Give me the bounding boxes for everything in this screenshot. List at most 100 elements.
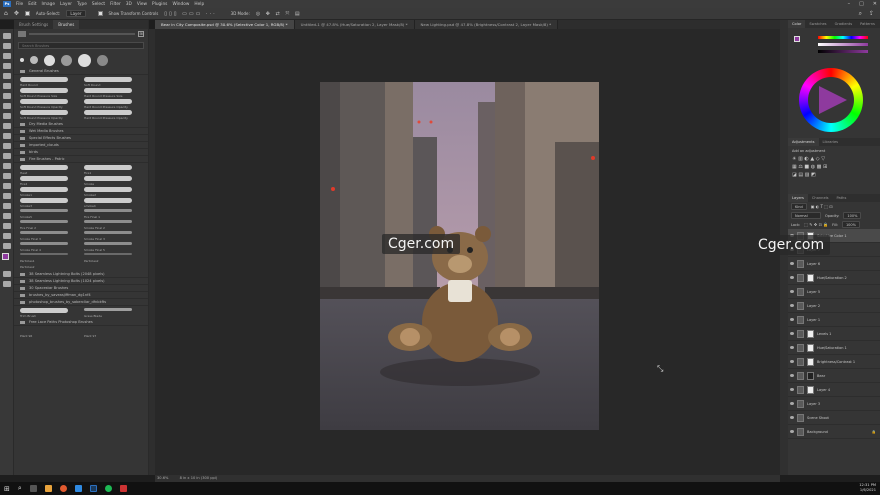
gradient-tool-icon[interactable] — [3, 153, 11, 159]
brush-item[interactable]: Grass Blade — [84, 307, 142, 318]
share-icon[interactable]: ⇪ — [869, 10, 874, 17]
tab-layers[interactable]: Layers — [788, 194, 808, 202]
menu-view[interactable]: View — [137, 2, 147, 7]
adjustment-icons-row1[interactable]: ☀ ▥ ◐ ▲ ◇ ▽ — [792, 156, 876, 162]
brush-item[interactable]: Smoke2 — [84, 186, 142, 197]
adjustment-icons-row2[interactable]: ▦ ⚖ ■ ◍ ▩ ⊞ — [792, 164, 876, 170]
visibility-icon[interactable] — [790, 430, 794, 433]
taskbar-search-icon[interactable]: ⌕ — [18, 484, 22, 493]
folder-brushes-saveas[interactable]: brushes_by_saveasjiffman_dg1nf4 — [14, 292, 148, 299]
menu-type[interactable]: Type — [77, 2, 87, 7]
crop-tool-icon[interactable] — [3, 73, 11, 79]
blur-tool-icon[interactable] — [3, 163, 11, 169]
visibility-icon[interactable] — [790, 416, 794, 419]
folder-brushes-sabercliar[interactable]: photoshop_brushes_by_sabercliar_dfnbkfts — [14, 299, 148, 306]
3d-icons[interactable]: ◎ ✥ ⇄ ⤧ ▤ — [256, 11, 302, 17]
brush-item[interactable]: Soft Round Pressure Size — [20, 87, 78, 98]
tab-gradients[interactable]: Gradients — [831, 20, 857, 28]
tab-brush-settings[interactable]: Brush Settings — [14, 20, 53, 29]
marquee-tool-icon[interactable] — [3, 43, 11, 49]
tab-bear-composite[interactable]: Bear in City Composite.psd @ 30.6% (Sele… — [155, 20, 295, 29]
color-wheel[interactable] — [799, 68, 863, 132]
app-icon[interactable] — [74, 485, 82, 492]
brush-item[interactable]: Smoke Final 3 — [84, 230, 142, 241]
color-swatches[interactable] — [0, 253, 13, 267]
layer-row[interactable]: Background 🔒 — [788, 425, 880, 439]
visibility-icon[interactable] — [790, 304, 794, 307]
menu-3d[interactable]: 3D — [126, 2, 132, 7]
chrome-icon[interactable] — [59, 485, 67, 492]
frame-tool-icon[interactable] — [3, 83, 11, 89]
layer-row[interactable]: Hue/Saturation 1 — [788, 341, 880, 355]
home-icon[interactable]: ⌂ — [4, 10, 8, 17]
folder-wet-media[interactable]: Wet Media Brushes — [14, 128, 148, 135]
hue-slider[interactable] — [818, 36, 868, 39]
brush-item[interactable]: Smoke Final 4 — [20, 241, 78, 252]
brush-item[interactable]: Plant 96 — [20, 327, 78, 338]
brush-item[interactable]: Smoke Final 5 — [84, 241, 142, 252]
close-icon[interactable]: ✕ — [873, 1, 877, 7]
brush-item[interactable]: Heat — [20, 164, 78, 175]
type-tool-icon[interactable] — [3, 193, 11, 199]
brush-item[interactable]: Trim Brush — [20, 307, 78, 318]
layer-row[interactable]: Layer 1 — [788, 313, 880, 327]
color-triangle[interactable] — [813, 82, 849, 118]
brush-search-input[interactable]: Search Brushes — [18, 42, 144, 49]
clone-stamp-tool-icon[interactable] — [3, 123, 11, 129]
saturation-slider[interactable] — [818, 43, 868, 46]
transform-controls-checkbox[interactable] — [97, 11, 103, 16]
brush-item[interactable]: Hard Round Pressure Opacity — [84, 109, 142, 120]
visibility-icon[interactable] — [790, 332, 794, 335]
zoom-tool-icon[interactable] — [3, 233, 11, 239]
brush-item[interactable]: Fire2 — [20, 175, 78, 186]
screen-mode-icon[interactable] — [3, 281, 11, 287]
visibility-icon[interactable] — [790, 388, 794, 391]
preset-tiny-icon[interactable] — [20, 58, 24, 62]
visibility-icon[interactable] — [790, 276, 794, 279]
layer-mask-thumb[interactable] — [807, 329, 814, 338]
layer-mask-thumb[interactable] — [807, 385, 814, 394]
adjustment-icons-row3[interactable]: ◪ ▤ ▨ ◩ — [792, 172, 876, 178]
move-tool-icon[interactable]: ✥ — [14, 10, 19, 17]
brush-item[interactable]: Soft Round Pressure Opacity — [20, 109, 78, 120]
tab-swatches[interactable]: Swatches — [805, 20, 830, 28]
layer-mask-thumb[interactable] — [807, 357, 814, 366]
size-slider[interactable] — [29, 33, 135, 35]
more-tools-icon[interactable] — [3, 243, 11, 249]
lock-icons[interactable]: ⬚ ✎ ✥ ⊡ 🔒 — [804, 222, 828, 227]
menu-layer[interactable]: Layer — [60, 2, 72, 7]
brush-item[interactable]: Smoke1 — [20, 186, 78, 197]
brush-item[interactable]: Particles1 — [20, 252, 78, 263]
layer-row[interactable]: Bear — [788, 369, 880, 383]
brush-item[interactable]: Plant 97 — [84, 327, 142, 338]
blend-mode-dropdown[interactable]: Normal — [791, 212, 821, 219]
file-explorer-icon[interactable] — [44, 485, 52, 492]
pen-tool-icon[interactable] — [3, 183, 11, 189]
tab-patterns[interactable]: Patterns — [856, 20, 879, 28]
folder-birds[interactable]: birds — [14, 149, 148, 156]
taskview-icon[interactable] — [29, 485, 37, 492]
fill-input[interactable]: 100% — [841, 221, 860, 228]
brush-item[interactable]: Fire Final 1 — [84, 208, 142, 219]
menu-plugins[interactable]: Plugins — [152, 2, 167, 7]
tab-brushes[interactable]: Brushes — [53, 20, 80, 29]
brush-item[interactable]: Fire1 — [84, 164, 142, 175]
layer-row[interactable]: Hue/Saturation 2 — [788, 271, 880, 285]
brush-dropdown-icon[interactable]: ⊞ — [138, 31, 144, 37]
filter-icons[interactable]: ▣ ◐ T ⬚ ⊡ — [811, 204, 833, 209]
size-slider-icon[interactable] — [18, 31, 26, 37]
hand-tool-icon[interactable] — [3, 223, 11, 229]
visibility-icon[interactable] — [790, 360, 794, 363]
visibility-icon[interactable] — [790, 346, 794, 349]
brush-item[interactable]: Smoke3 — [20, 197, 78, 208]
menu-edit[interactable]: Edit — [28, 2, 36, 7]
tab-color[interactable]: Color — [788, 20, 806, 28]
eraser-tool-icon[interactable] — [3, 143, 11, 149]
brush-item[interactable]: Smoke Final 3 — [20, 230, 78, 241]
brush-item[interactable]: Hard Round Pressure Opacity — [84, 98, 142, 109]
folder-general-brushes[interactable]: General Brushes — [14, 68, 148, 75]
layer-row[interactable]: Layer 3 — [788, 397, 880, 411]
folder-spacestar[interactable]: 30 Spacestar Brushes — [14, 285, 148, 292]
maximize-icon[interactable]: □ — [859, 1, 864, 7]
preset-medium-icon[interactable] — [44, 54, 55, 66]
